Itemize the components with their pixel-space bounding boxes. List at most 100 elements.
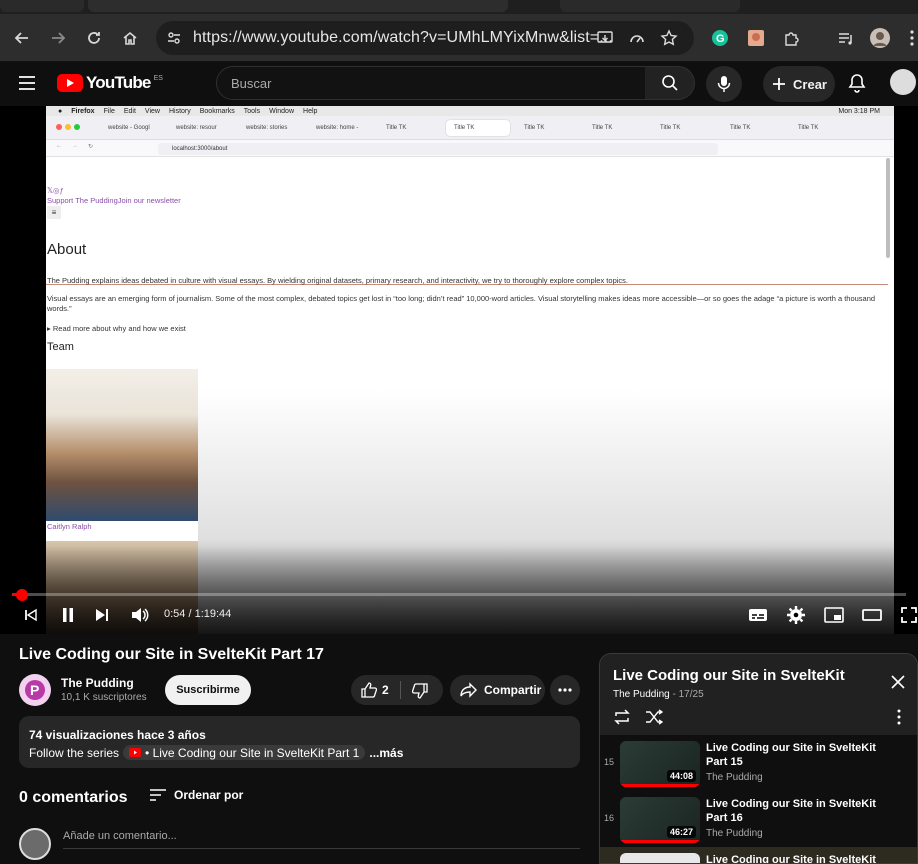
url-text[interactable]: https://www.youtube.com/watch?v=UMhLMYix… xyxy=(193,29,613,47)
loop-icon[interactable] xyxy=(613,709,631,730)
playlist-position: 17/25 xyxy=(678,689,704,700)
next-icon[interactable] xyxy=(90,603,114,627)
scrubber-handle[interactable] xyxy=(16,589,28,601)
playlist-item[interactable]: 15 44:08 Live Coding our Site in SvelteK… xyxy=(600,735,917,789)
playlist-item-title: Live Coding our Site in SvelteKit xyxy=(706,854,876,864)
media-controls-icon[interactable] xyxy=(832,24,860,52)
playlist-title[interactable]: Live Coding our Site in SvelteKit xyxy=(613,667,845,684)
channel-logo-icon: P xyxy=(25,680,45,700)
playlist-item-duration: 46:27 xyxy=(666,826,696,838)
ff-back-icon: ← xyxy=(56,143,62,149)
mac-menu-item: File xyxy=(103,107,115,115)
mac-menu-item: Tools xyxy=(243,107,261,115)
firefox-nav-bar: ← → ↻ localhost:3000/about xyxy=(46,140,894,157)
page-scrollbar xyxy=(886,158,890,258)
description-box[interactable]: 74 visualizaciones hace 3 años Follow th… xyxy=(19,716,580,768)
theater-mode-icon[interactable] xyxy=(860,603,884,627)
microphone-icon xyxy=(717,76,731,92)
share-icon xyxy=(460,682,477,698)
progress-bar[interactable] xyxy=(12,593,906,596)
sort-comments-button[interactable]: Ordenar por xyxy=(150,788,243,802)
previous-icon[interactable] xyxy=(20,603,42,627)
team-heading: Team xyxy=(47,341,74,353)
playlist-item-thumbnail: 44:08 xyxy=(620,741,700,787)
like-button[interactable] xyxy=(361,682,378,701)
firefox-tab: Title TK xyxy=(798,125,819,131)
notifications-bell-icon[interactable] xyxy=(848,73,866,98)
search-button[interactable] xyxy=(645,66,695,100)
browser-tab[interactable] xyxy=(0,0,84,12)
more-actions-button[interactable] xyxy=(550,675,580,705)
miniplayer-icon[interactable] xyxy=(822,603,846,627)
playlist-item-index: 16 xyxy=(604,813,615,823)
playlist-header: Live Coding our Site in SvelteKit The Pu… xyxy=(600,654,917,735)
settings-gear-icon[interactable] xyxy=(784,603,808,627)
browser-menu-icon[interactable] xyxy=(898,24,918,52)
reload-icon[interactable] xyxy=(80,24,108,52)
channel-name[interactable]: The Pudding xyxy=(61,676,134,690)
browser-tab[interactable] xyxy=(560,0,740,12)
search-placeholder: Buscar xyxy=(231,76,272,91)
browser-toolbar: https://www.youtube.com/watch?v=UMhLMYix… xyxy=(0,14,918,62)
team-member-name: Caitlyn Ralph xyxy=(47,522,92,531)
ff-address-text: localhost:3000/about xyxy=(172,146,228,152)
firefox-tab: Title TK xyxy=(524,125,545,131)
youtube-mini-icon xyxy=(129,748,142,757)
youtube-logo[interactable]: YouTube ES xyxy=(57,73,163,93)
share-label: Compartir xyxy=(484,683,542,697)
social-icons: 𝕏◎ƒ xyxy=(47,186,64,195)
install-icon[interactable] xyxy=(596,29,614,52)
grammarly-icon[interactable]: G xyxy=(706,24,734,52)
pause-icon[interactable] xyxy=(56,603,80,627)
mac-menu-item: Firefox xyxy=(71,107,95,115)
time-display: 0:54 / 1:19:44 xyxy=(164,608,232,620)
extensions-puzzle-icon[interactable] xyxy=(778,24,806,52)
bookmark-star-icon[interactable] xyxy=(660,29,678,52)
mac-menu-item: Window xyxy=(269,107,295,115)
home-icon[interactable] xyxy=(116,24,144,52)
dislike-button[interactable] xyxy=(411,683,428,702)
firefox-tab: Title TK xyxy=(660,125,681,131)
back-icon[interactable] xyxy=(8,24,36,52)
profile-avatar[interactable] xyxy=(866,24,894,52)
playlist-panel: Live Coding our Site in SvelteKit The Pu… xyxy=(599,653,918,864)
account-avatar[interactable] xyxy=(890,69,916,95)
playlist-item-channel: The Pudding xyxy=(706,828,763,839)
address-bar[interactable]: https://www.youtube.com/watch?v=UMhLMYix… xyxy=(156,21,694,55)
performance-icon[interactable] xyxy=(628,29,646,52)
firefox-tab: website: resour xyxy=(176,125,217,131)
menu-toggle-icon: ≡ xyxy=(47,206,61,219)
share-button[interactable]: Compartir xyxy=(450,675,545,705)
volume-icon[interactable] xyxy=(128,603,152,627)
channel-avatar[interactable]: P xyxy=(19,674,51,706)
subtitles-icon[interactable] xyxy=(746,603,770,627)
shuffle-icon[interactable] xyxy=(645,709,664,730)
apple-icon: ● xyxy=(58,107,63,115)
page-nav-links: Support The PuddingJoin our newsletter xyxy=(47,196,181,205)
playlist-item-channel: The Pudding xyxy=(706,772,763,783)
close-icon[interactable] xyxy=(890,674,906,695)
fullscreen-icon[interactable] xyxy=(900,603,918,627)
subscribe-button[interactable]: Suscribirme xyxy=(165,675,251,705)
show-more-link[interactable]: ...más xyxy=(369,746,403,760)
extension-avatar-icon[interactable] xyxy=(742,24,770,52)
create-button[interactable]: Crear xyxy=(763,66,835,102)
playlist-item[interactable]: 16 46:27 Live Coding our Site in SvelteK… xyxy=(600,791,917,845)
playlist-channel[interactable]: The Pudding xyxy=(613,689,670,700)
playlist-item-index: 15 xyxy=(604,757,615,767)
playlist-more-icon[interactable] xyxy=(897,709,901,730)
add-comment-input[interactable]: Añade un comentario... xyxy=(63,830,177,842)
voice-search-button[interactable] xyxy=(706,66,742,102)
search-input[interactable]: Buscar xyxy=(216,66,646,100)
mac-menu-item: History xyxy=(168,107,191,115)
video-player[interactable]: ● Firefox File Edit View History Bookmar… xyxy=(0,106,918,634)
playlist-item-current[interactable]: Live Coding our Site in SvelteKit xyxy=(600,847,917,864)
mac-menu-bar: ● Firefox File Edit View History Bookmar… xyxy=(46,106,894,116)
forward-icon[interactable] xyxy=(44,24,72,52)
firefox-tab: Title TK xyxy=(730,125,751,131)
series-link[interactable]: • Live Coding our Site in SvelteKit Part… xyxy=(123,745,366,760)
firefox-tab: website: stories xyxy=(246,125,288,131)
site-settings-icon[interactable] xyxy=(166,30,182,51)
browser-tab-active[interactable] xyxy=(88,0,508,12)
hamburger-menu-icon[interactable] xyxy=(18,75,36,96)
